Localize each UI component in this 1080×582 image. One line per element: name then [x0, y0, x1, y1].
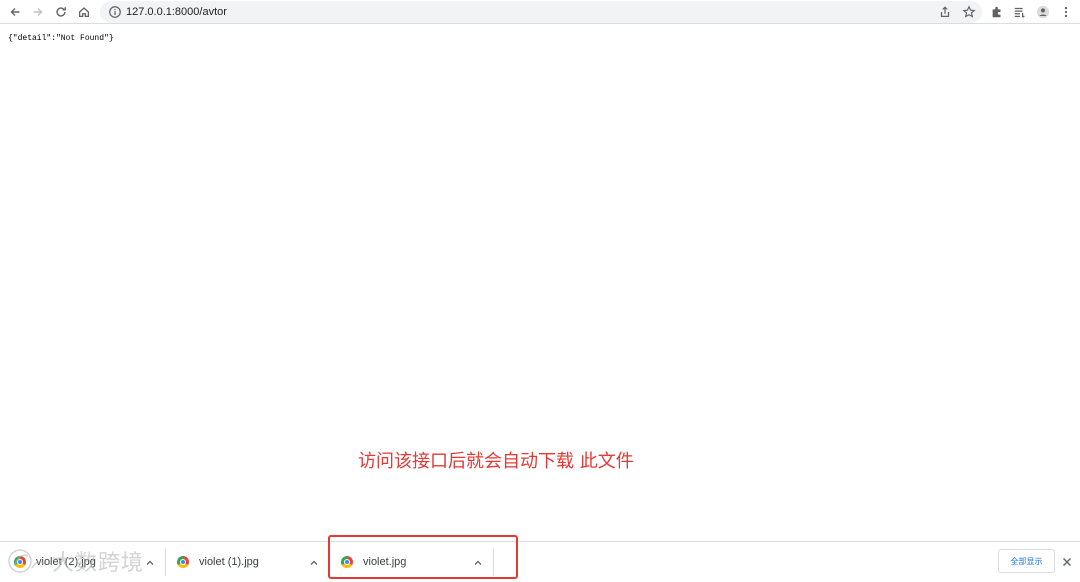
share-icon[interactable] — [938, 5, 952, 19]
kebab-menu-icon — [1064, 6, 1068, 18]
close-icon — [1063, 558, 1071, 566]
forward-arrow-icon — [33, 8, 43, 16]
address-bar[interactable]: 127.0.0.1:8000/avtor — [100, 1, 982, 23]
download-options-button[interactable] — [308, 556, 320, 568]
download-filename: violet (2).jpg — [36, 556, 96, 568]
close-download-bar-button[interactable] — [1061, 555, 1073, 567]
browser-menu-button[interactable] — [1055, 1, 1077, 23]
home-icon — [78, 7, 90, 18]
download-options-button[interactable] — [144, 556, 156, 568]
reading-list-icon — [1014, 7, 1025, 18]
red-highlight-box — [328, 535, 518, 579]
reading-list-button[interactable] — [1009, 1, 1031, 23]
back-button[interactable] — [4, 1, 26, 23]
divider — [165, 548, 166, 576]
profile-icon — [1036, 5, 1050, 19]
extensions-button[interactable] — [986, 1, 1008, 23]
profile-button[interactable] — [1032, 1, 1054, 23]
chevron-up-icon — [310, 560, 318, 565]
chrome-file-icon — [177, 556, 189, 568]
star-icon[interactable] — [962, 5, 976, 19]
browser-toolbar: 127.0.0.1:8000/avtor — [0, 0, 1080, 24]
download-item[interactable]: violet (1).jpg — [177, 542, 259, 582]
chrome-file-icon — [14, 556, 26, 568]
reload-button[interactable] — [50, 1, 72, 23]
download-bar: violet (2).jpg violet (1).jpg violet.jpg — [0, 541, 1080, 582]
home-button[interactable] — [73, 1, 95, 23]
page-body-text: {"detail":"Not Found"} — [8, 34, 114, 43]
chevron-up-icon — [146, 560, 154, 565]
back-arrow-icon — [10, 8, 20, 16]
url-text[interactable]: 127.0.0.1:8000/avtor — [126, 5, 227, 19]
download-item[interactable]: violet (2).jpg — [14, 542, 96, 582]
show-all-button[interactable]: 全部显示 — [998, 549, 1055, 573]
puzzle-icon — [992, 6, 1001, 18]
annotation-text: 访问该接口后就会自动下载 此文件 — [358, 451, 634, 472]
info-icon[interactable] — [108, 5, 122, 19]
forward-button[interactable] — [27, 1, 49, 23]
reload-icon — [56, 7, 66, 17]
download-filename: violet (1).jpg — [199, 556, 259, 568]
